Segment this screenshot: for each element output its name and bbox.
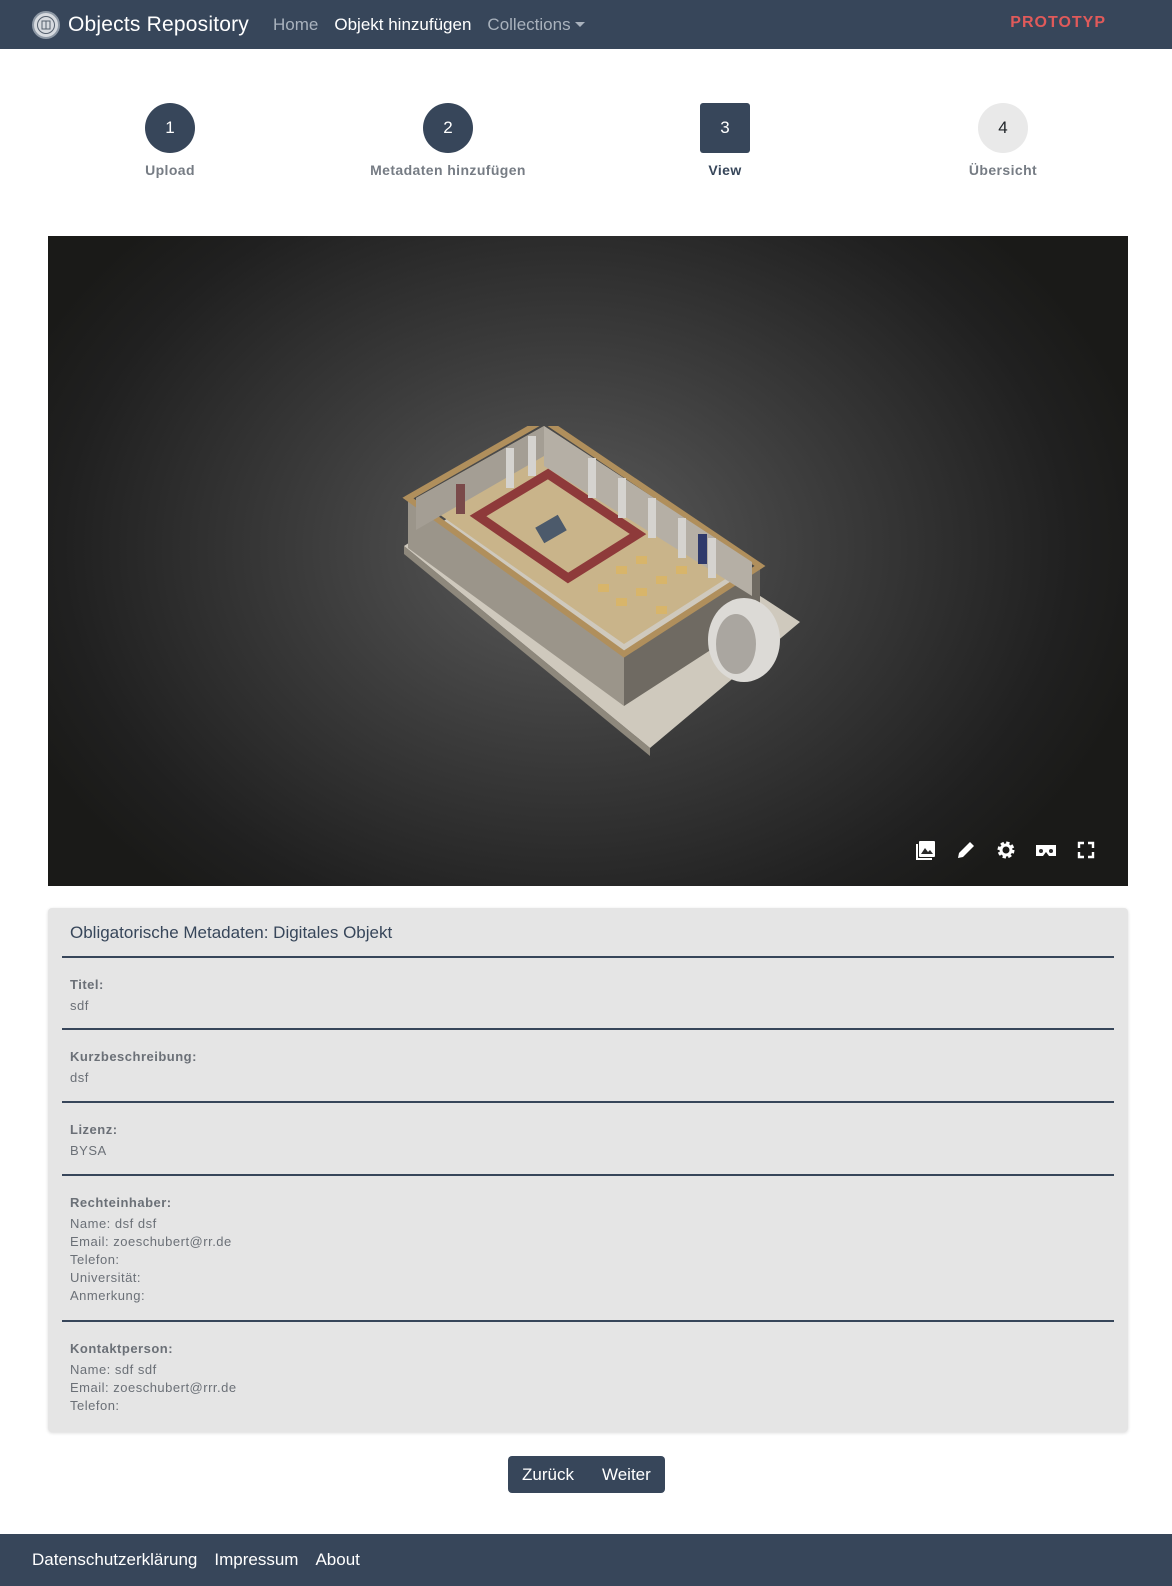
- footer-link-about[interactable]: About: [315, 1550, 359, 1570]
- step-overview[interactable]: 4 Übersicht: [883, 103, 1123, 178]
- pencil-icon[interactable]: [946, 836, 986, 864]
- viewer-toolbar: [906, 836, 1106, 864]
- rechteinhaber-email: Email: zoeschubert@rr.de: [70, 1234, 232, 1249]
- kontaktperson-telefon: Telefon:: [70, 1398, 120, 1413]
- step-metadata[interactable]: 2 Metadaten hinzufügen: [328, 103, 568, 178]
- 3d-viewer[interactable]: [48, 236, 1128, 886]
- image-icon[interactable]: [906, 836, 946, 864]
- step-label: Übersicht: [968, 162, 1038, 178]
- brand[interactable]: Objects Repository: [32, 10, 273, 39]
- kurzbeschreibung-label: Kurzbeschreibung:: [70, 1049, 197, 1064]
- brand-name: Objects Repository: [68, 12, 250, 36]
- rechteinhaber-label: Rechteinhaber:: [70, 1195, 172, 1210]
- footer-link-privacy[interactable]: Datenschutzerklärung: [32, 1550, 197, 1570]
- 3d-building-model: [402, 426, 800, 756]
- rechteinhaber-universitaet: Universität:: [70, 1270, 142, 1285]
- section-rechteinhaber: Rechteinhaber: Name: dsf dsf Email: zoes…: [62, 1176, 1114, 1322]
- step-view[interactable]: 3 View: [605, 103, 845, 178]
- titel-label: Titel:: [70, 977, 104, 992]
- nav-collections-dropdown[interactable]: Collections: [487, 14, 585, 35]
- lizenz-value: BYSA: [70, 1143, 107, 1158]
- vr-headset-icon[interactable]: [1026, 836, 1066, 864]
- gear-icon[interactable]: [986, 836, 1026, 864]
- nav-collections-label: Collections: [487, 14, 571, 34]
- footer-link-imprint[interactable]: Impressum: [214, 1550, 298, 1570]
- rechteinhaber-telefon: Telefon:: [70, 1252, 120, 1267]
- university-seal-icon: [32, 10, 60, 39]
- nav-add-object[interactable]: Objekt hinzufügen: [334, 15, 471, 35]
- step-upload[interactable]: 1 Upload: [50, 103, 290, 178]
- step-label: Upload: [145, 162, 195, 178]
- wizard-button-group: Zurück Weiter: [508, 1456, 665, 1493]
- next-button[interactable]: Weiter: [588, 1456, 665, 1493]
- nav-home[interactable]: Home: [273, 15, 318, 35]
- lizenz-label: Lizenz:: [70, 1122, 118, 1137]
- progress-stepper: 1 Upload 2 Metadaten hinzufügen 3 View 4…: [0, 103, 1172, 193]
- section-lizenz: Lizenz: BYSA: [62, 1103, 1114, 1176]
- kontaktperson-label: Kontaktperson:: [70, 1341, 174, 1356]
- chevron-down-icon: [574, 21, 585, 27]
- titel-value: sdf: [70, 998, 89, 1013]
- top-navbar: Objects Repository Home Objekt hinzufüge…: [0, 0, 1172, 49]
- section-kontaktperson: Kontaktperson: Name: sdf sdf Email: zoes…: [62, 1322, 1114, 1415]
- step-number: 1: [145, 103, 195, 153]
- section-titel: Titel: sdf: [62, 958, 1114, 1030]
- rechteinhaber-anmerkung: Anmerkung:: [70, 1288, 146, 1303]
- kontaktperson-name: Name: sdf sdf: [70, 1362, 157, 1377]
- step-number: 3: [700, 103, 750, 153]
- prototype-badge: PROTOTYP: [1010, 14, 1106, 31]
- rechteinhaber-name: Name: dsf dsf: [70, 1216, 157, 1231]
- kurzbeschreibung-value: dsf: [70, 1070, 89, 1085]
- section-kurzbeschreibung: Kurzbeschreibung: dsf: [62, 1030, 1114, 1103]
- card-title: Obligatorische Metadaten: Digitales Obje…: [62, 908, 1114, 958]
- step-number: 4: [978, 103, 1028, 153]
- kontaktperson-email: Email: zoeschubert@rrr.de: [70, 1380, 237, 1395]
- footer: Datenschutzerklärung Impressum About: [0, 1534, 1172, 1586]
- back-button[interactable]: Zurück: [508, 1456, 588, 1493]
- fullscreen-icon[interactable]: [1066, 836, 1106, 864]
- metadata-card: Obligatorische Metadaten: Digitales Obje…: [48, 908, 1128, 1432]
- step-label: View: [708, 162, 742, 178]
- step-label: Metadaten hinzufügen: [370, 162, 526, 178]
- step-number: 2: [423, 103, 473, 153]
